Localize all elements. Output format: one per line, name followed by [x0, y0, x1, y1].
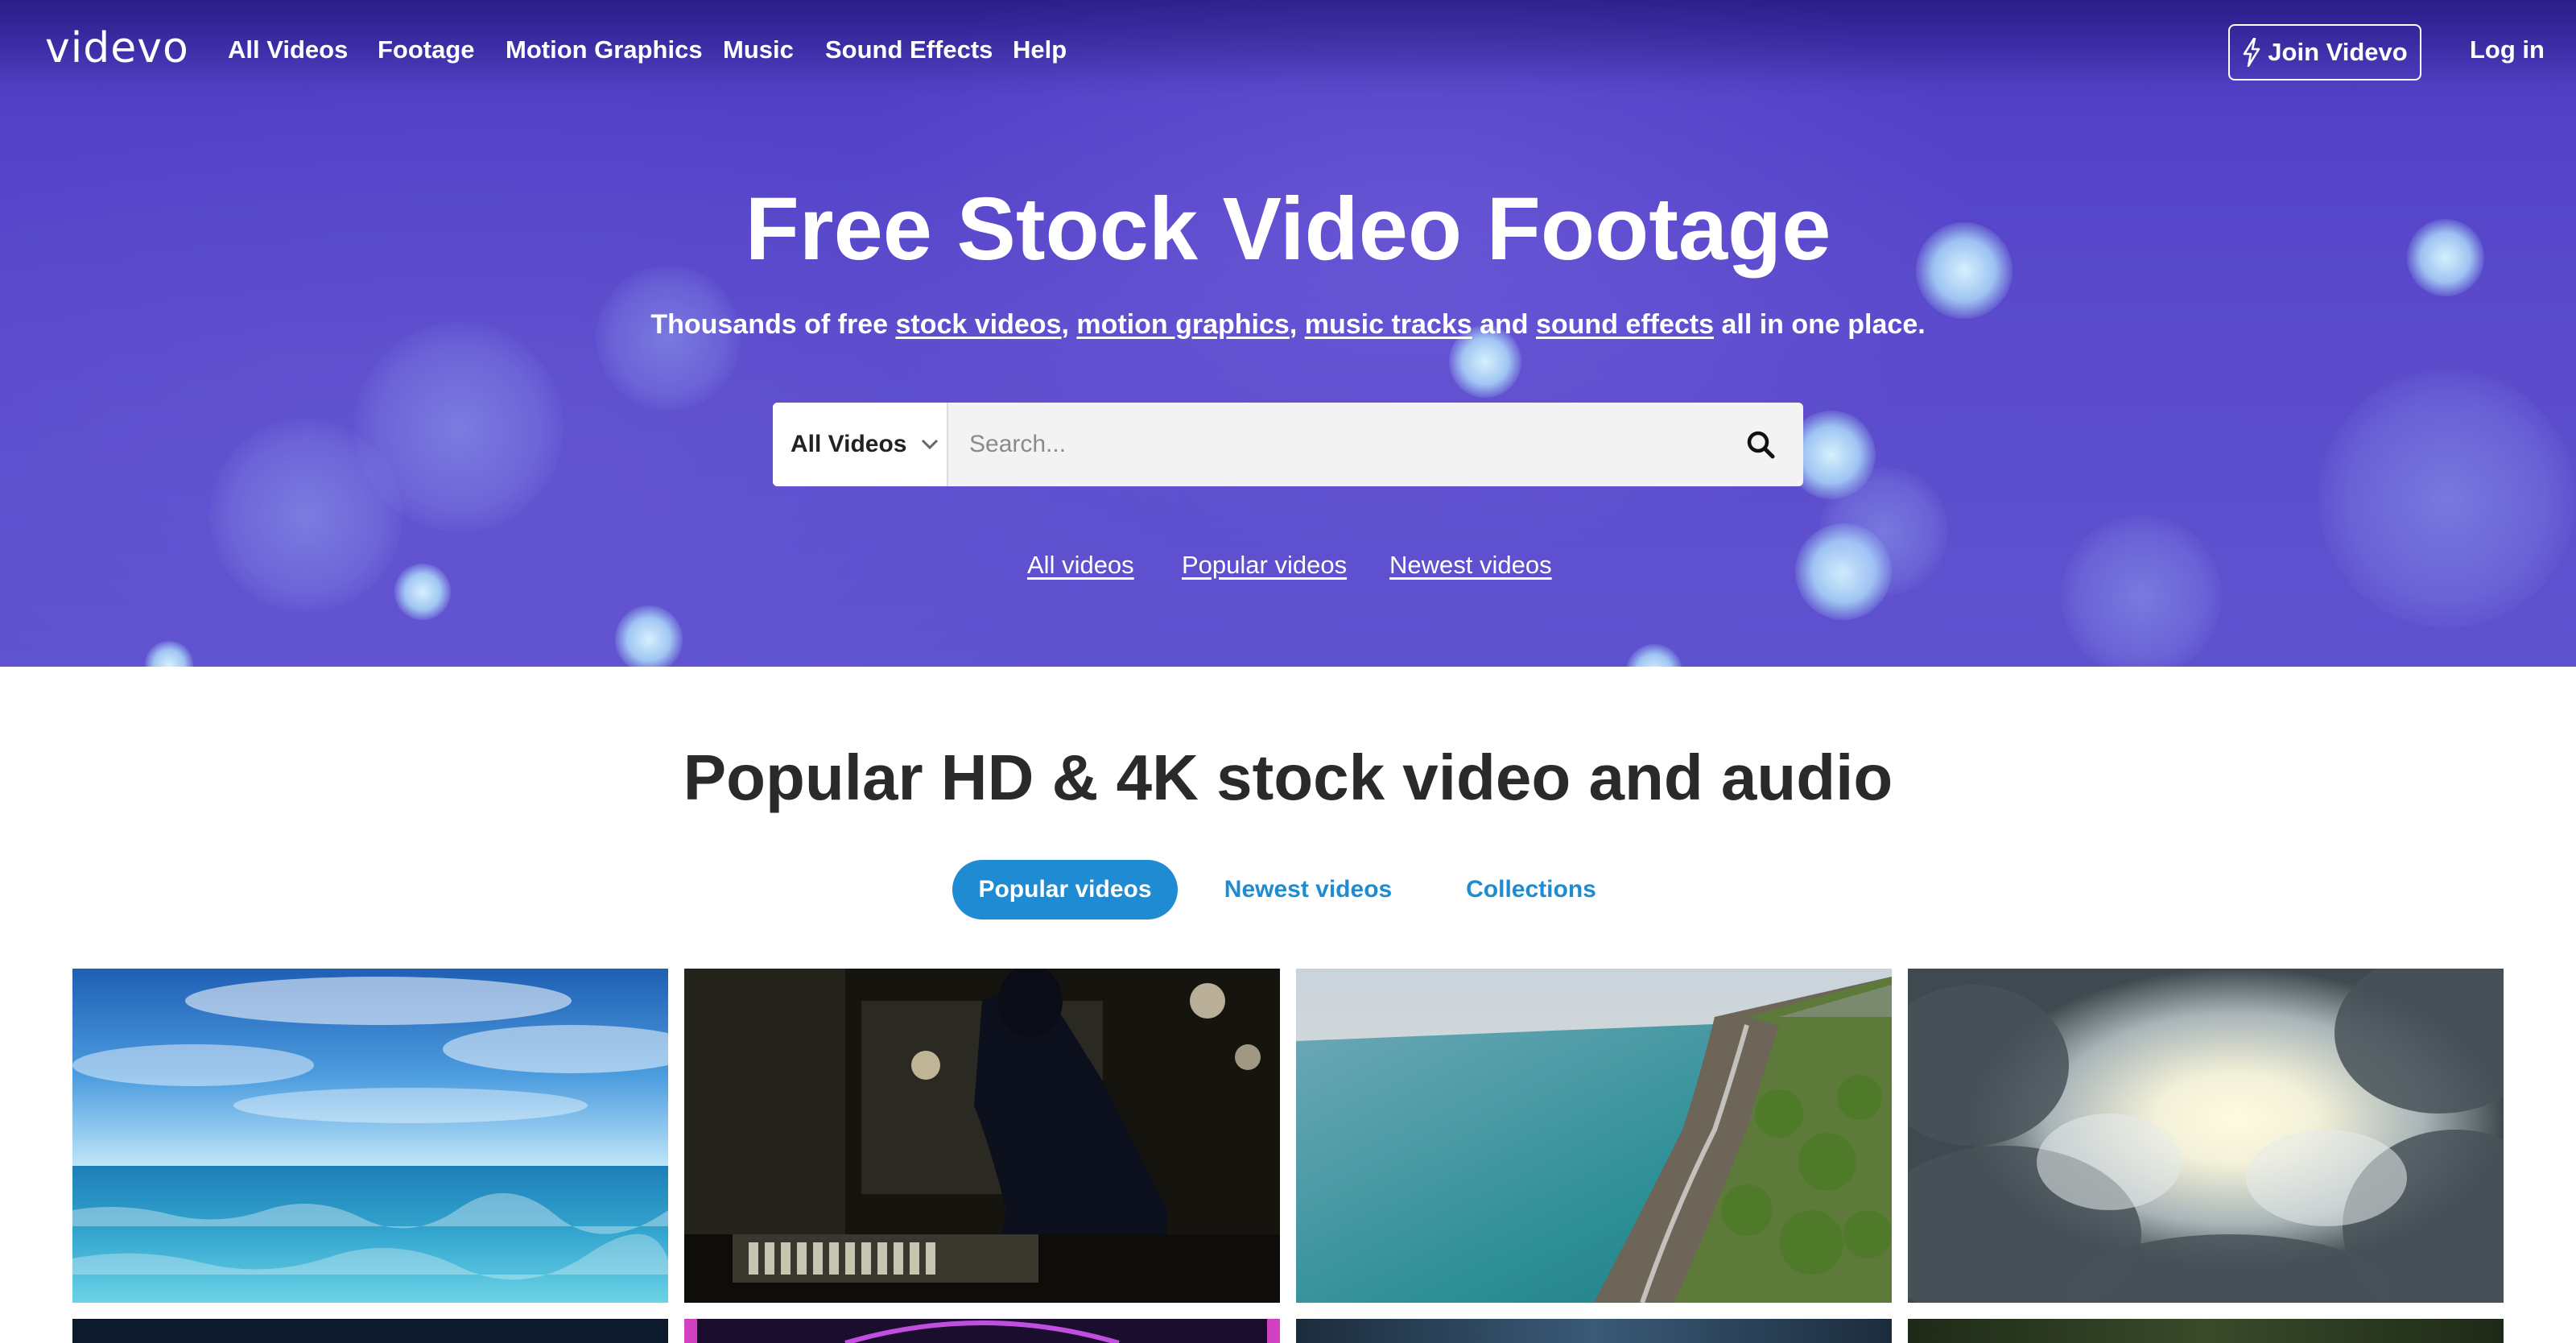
quick-link-popular-videos[interactable]: Popular videos	[1182, 551, 1347, 580]
video-thumbnail-clouds-sun[interactable]	[1908, 969, 2504, 1303]
bokeh-soft	[2318, 370, 2576, 628]
bokeh-light	[145, 641, 193, 667]
stock-videos-link[interactable]: stock videos	[895, 309, 1061, 340]
tab-newest-videos[interactable]: Newest videos	[1208, 860, 1409, 919]
video-thumbnail[interactable]	[1296, 1319, 1892, 1343]
search-category-label: All Videos	[791, 431, 907, 457]
subtitle-text: and	[1472, 309, 1536, 340]
video-thumbnail[interactable]	[684, 1319, 1280, 1343]
bolt-icon	[2242, 38, 2261, 67]
video-thumbnail-aerial-beach[interactable]	[1296, 969, 1892, 1303]
video-thumbnail[interactable]	[72, 1319, 668, 1343]
bokeh-light	[394, 564, 451, 620]
video-thumbnail[interactable]	[1908, 1319, 2504, 1343]
section-title: Popular HD & 4K stock video and audio	[683, 742, 1893, 813]
subtitle-text: ,	[1289, 309, 1305, 340]
bokeh-light	[615, 605, 683, 667]
top-nav: videvo All Videos Footage Motion Graphic…	[0, 0, 2576, 106]
sound-effects-link[interactable]: sound effects	[1536, 309, 1714, 340]
bokeh-soft	[1819, 467, 1948, 596]
hero-title: Free Stock Video Footage	[745, 180, 1831, 279]
search-input[interactable]	[948, 403, 1705, 486]
nav-footage[interactable]: Footage	[378, 35, 475, 64]
quick-link-all-videos[interactable]: All videos	[1027, 551, 1134, 580]
chevron-down-icon	[920, 438, 939, 451]
nav-help[interactable]: Help	[1013, 35, 1067, 64]
subtitle-text: all in one place.	[1714, 309, 1926, 340]
hero-banner: videvo All Videos Footage Motion Graphic…	[0, 0, 2576, 667]
tab-collections[interactable]: Collections	[1449, 860, 1613, 919]
search-button[interactable]	[1718, 403, 1803, 486]
search-icon	[1744, 428, 1777, 461]
hero-subtitle: Thousands of free stock videos, motion g…	[0, 309, 2576, 341]
nav-all-videos[interactable]: All Videos	[228, 35, 348, 64]
join-button[interactable]: Join Videvo	[2228, 24, 2421, 81]
nav-sound-effects[interactable]: Sound Effects	[825, 35, 993, 64]
nav-music[interactable]: Music	[723, 35, 794, 64]
motion-graphics-link[interactable]: motion graphics	[1076, 309, 1289, 340]
login-link[interactable]: Log in	[2470, 35, 2545, 64]
search-bar: All Videos	[773, 403, 1803, 486]
videvo-logo[interactable]: videvo	[45, 24, 189, 72]
join-button-label: Join Videvo	[2268, 38, 2408, 66]
nav-motion-graphics[interactable]: Motion Graphics	[506, 35, 703, 64]
quick-link-newest-videos[interactable]: Newest videos	[1389, 551, 1552, 580]
music-tracks-link[interactable]: music tracks	[1305, 309, 1472, 340]
subtitle-text: Thousands of free	[650, 309, 896, 340]
bokeh-soft	[2061, 515, 2222, 667]
tab-popular-videos[interactable]: Popular videos	[952, 860, 1178, 919]
subtitle-text: ,	[1061, 309, 1077, 340]
video-thumbnail-ocean-sky[interactable]	[72, 969, 668, 1303]
bokeh-soft	[209, 419, 402, 612]
video-thumbnail-piano-player[interactable]	[684, 969, 1280, 1303]
search-category-dropdown[interactable]: All Videos	[773, 403, 948, 486]
bokeh-light	[1626, 644, 1682, 667]
